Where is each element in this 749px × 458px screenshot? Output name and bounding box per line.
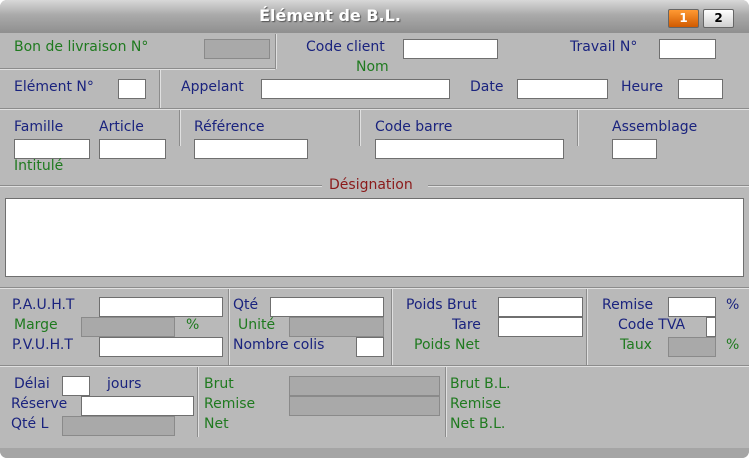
divider	[228, 289, 230, 365]
code-client-input[interactable]	[403, 39, 498, 59]
delai-label: Délai	[14, 376, 50, 392]
divider	[159, 70, 161, 108]
heure-label: Heure	[621, 79, 664, 95]
heure-input[interactable]	[678, 79, 723, 99]
poids-brut-input[interactable]	[498, 297, 583, 317]
travail-label: Travail N°	[570, 39, 638, 55]
brut-field	[289, 376, 440, 396]
taux-label: Taux	[620, 337, 652, 353]
qte-input[interactable]	[270, 297, 384, 317]
divider	[586, 289, 588, 365]
tare-label: Tare	[452, 317, 481, 333]
reference-label: Référence	[194, 119, 265, 135]
pauht-input[interactable]	[99, 297, 223, 317]
marge-label: Marge	[14, 317, 58, 333]
article-input[interactable]	[99, 139, 166, 159]
nombre-colis-label: Nombre colis	[233, 337, 325, 353]
tare-input[interactable]	[498, 317, 583, 337]
divider	[0, 185, 322, 187]
remise-total-label: Remise	[204, 396, 256, 412]
marge-field	[81, 317, 175, 337]
element-input[interactable]	[118, 79, 146, 99]
designation-textarea[interactable]	[5, 198, 744, 277]
divider	[445, 367, 447, 437]
qte-l-label: Qté L	[11, 416, 49, 432]
divider	[197, 367, 199, 437]
qte-l-field	[62, 416, 175, 436]
unite-label: Unité	[238, 317, 276, 333]
delai-input[interactable]	[62, 376, 90, 396]
travail-input[interactable]	[659, 39, 716, 59]
divider	[0, 365, 749, 367]
marge-percent: %	[186, 317, 200, 333]
code-barre-label: Code barre	[375, 119, 453, 135]
remise-total-field	[289, 396, 440, 416]
assemblage-input[interactable]	[612, 139, 657, 159]
code-client-label: Code client	[306, 39, 385, 55]
taux-field	[668, 337, 716, 357]
pvuht-input[interactable]	[99, 337, 223, 357]
reference-input[interactable]	[194, 139, 308, 159]
bottom-bar	[0, 448, 749, 458]
divider	[359, 110, 361, 146]
window-title: Élément de B.L.	[259, 6, 401, 25]
remise-bl-label: Remise	[450, 396, 502, 412]
brut-bl-label: Brut B.L.	[450, 376, 511, 392]
divider	[275, 34, 277, 69]
remise-label: Remise	[602, 297, 654, 313]
poids-net-label: Poids Net	[414, 337, 480, 353]
jours-label: jours	[107, 376, 142, 392]
intitule-label: Intitulé	[14, 158, 64, 174]
nombre-colis-input[interactable]	[356, 337, 384, 357]
divider	[391, 289, 393, 365]
designation-label: Désignation	[329, 177, 413, 193]
divider	[0, 287, 749, 289]
article-label: Article	[99, 119, 144, 135]
code-tva-label: Code TVA	[618, 317, 686, 333]
unite-field	[289, 317, 384, 337]
element-label: Elément N°	[14, 79, 94, 95]
assemblage-label: Assemblage	[612, 119, 698, 135]
net-bl-label: Net B.L.	[450, 416, 506, 432]
pvuht-label: P.V.U.H.T	[12, 337, 73, 353]
bon-livraison-label: Bon de livraison N°	[14, 39, 149, 55]
divider	[577, 110, 579, 146]
code-barre-input[interactable]	[375, 139, 564, 159]
code-tva-input[interactable]	[706, 317, 716, 337]
pauht-label: P.A.U.H.T	[12, 297, 75, 313]
divider	[428, 185, 749, 187]
reserve-input[interactable]	[81, 396, 194, 416]
divider	[0, 108, 749, 110]
divider	[0, 68, 275, 70]
appelant-label: Appelant	[181, 79, 244, 95]
dialog-window: Élément de B.L. 1 2 Bon de livraison N° …	[0, 0, 749, 458]
nom-label: Nom	[356, 59, 389, 75]
remise-input[interactable]	[668, 297, 716, 317]
famille-label: Famille	[14, 119, 64, 135]
title-bar[interactable]: Élément de B.L. 1 2	[0, 0, 749, 33]
taux-percent: %	[726, 337, 740, 353]
date-input[interactable]	[517, 79, 608, 99]
remise-percent: %	[726, 297, 740, 313]
brut-label: Brut	[204, 376, 234, 392]
bon-livraison-field	[204, 39, 270, 59]
divider	[179, 110, 181, 146]
qte-label: Qté	[233, 297, 259, 313]
reserve-label: Réserve	[11, 396, 68, 412]
famille-input[interactable]	[14, 139, 90, 159]
poids-brut-label: Poids Brut	[406, 297, 477, 313]
net-label: Net	[204, 416, 229, 432]
appelant-input[interactable]	[261, 79, 450, 99]
page-1-button[interactable]: 1	[668, 9, 699, 28]
date-label: Date	[470, 79, 504, 95]
page-2-button[interactable]: 2	[703, 9, 734, 28]
